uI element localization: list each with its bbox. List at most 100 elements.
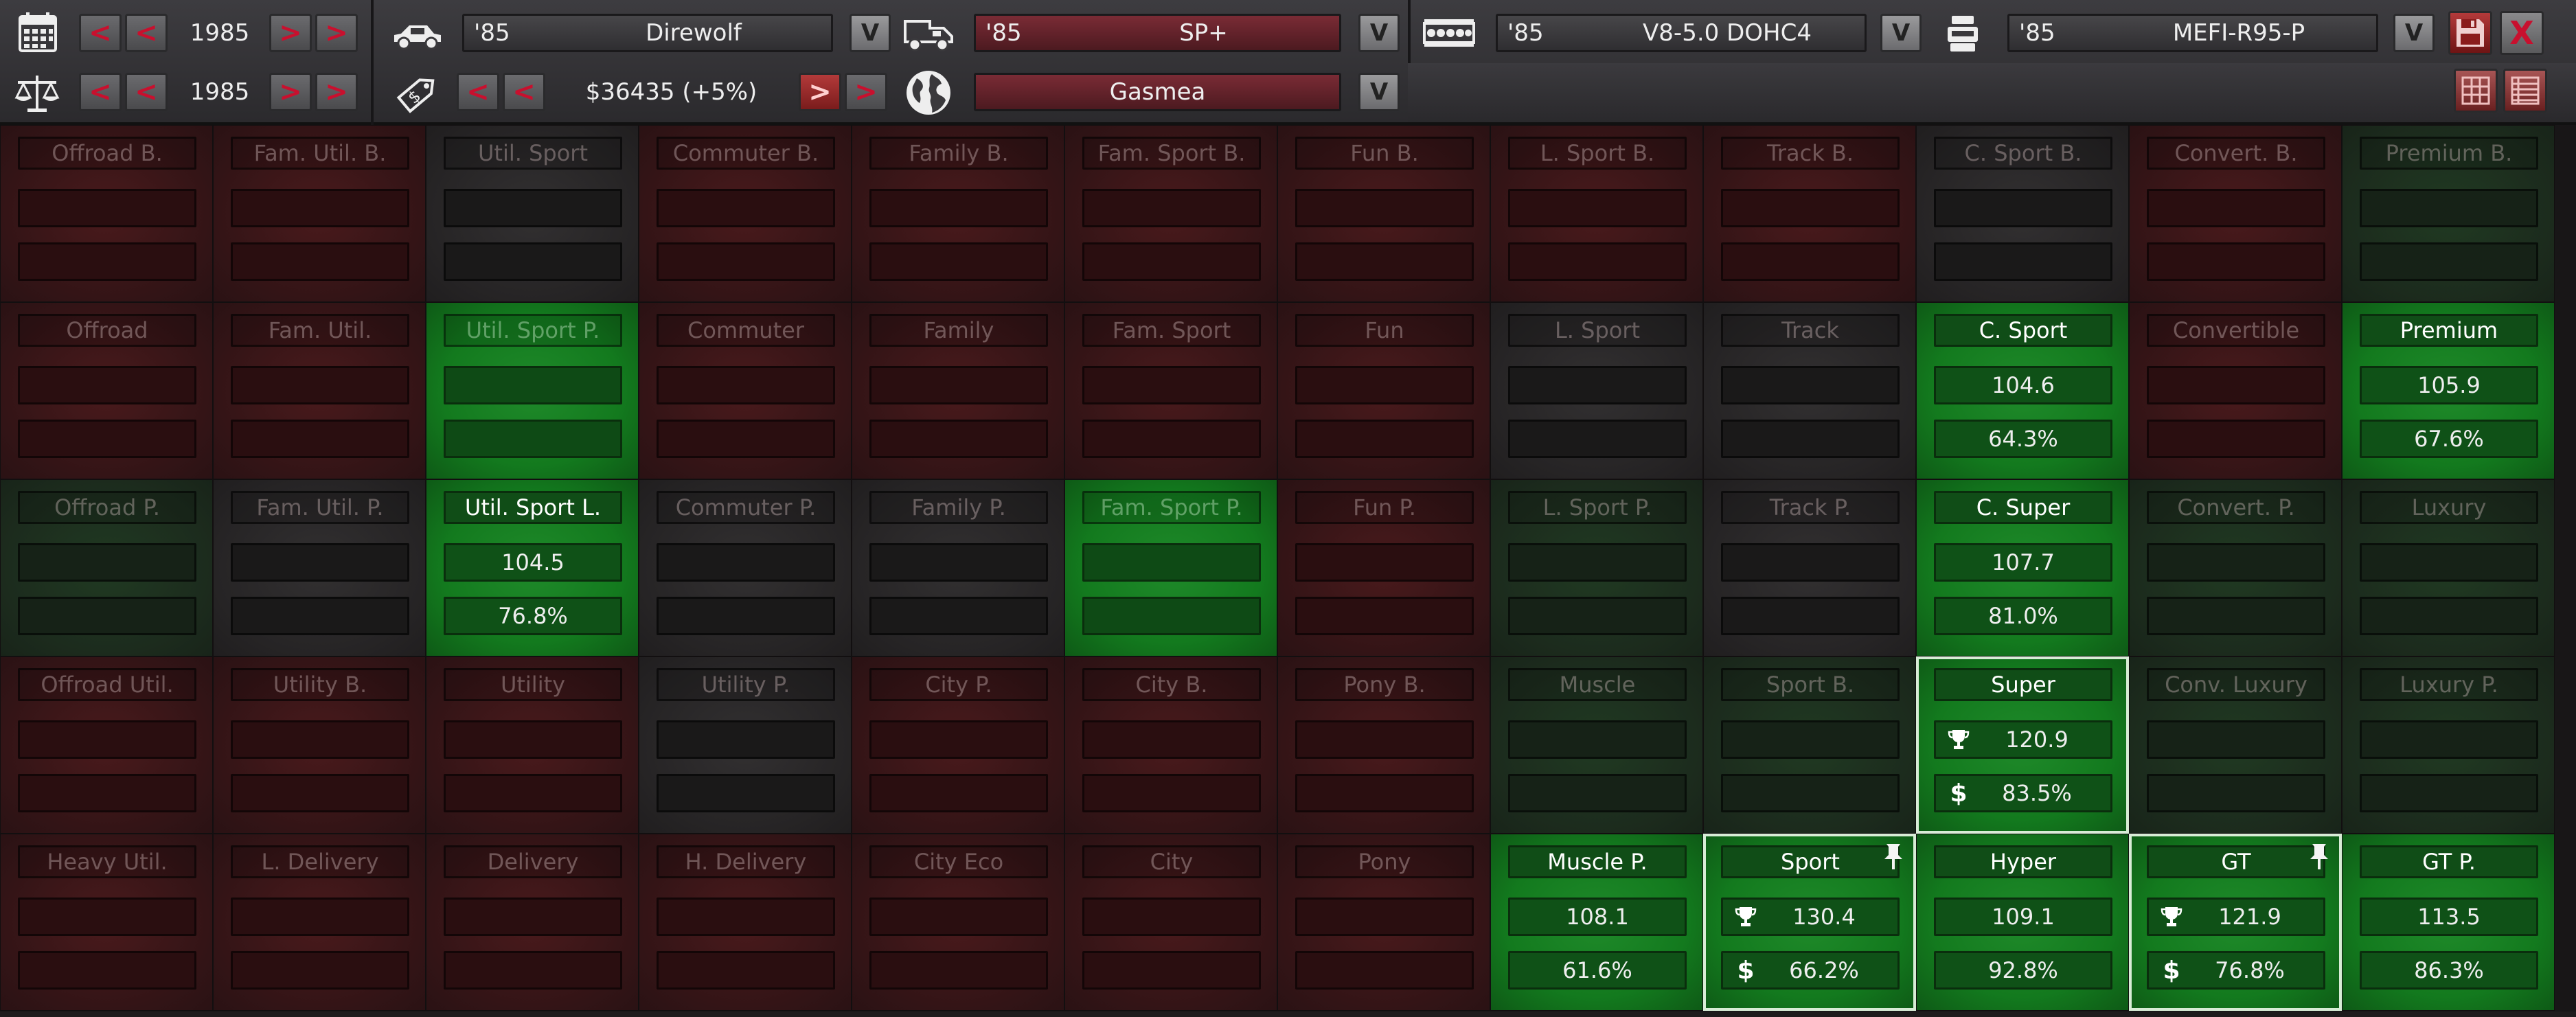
market-dropdown-button[interactable]: V <box>1358 73 1400 111</box>
price-next-fast-button[interactable]: > <box>845 73 887 111</box>
segment-percent <box>657 420 835 458</box>
segment-cell[interactable]: H. Delivery <box>639 834 852 1011</box>
fuel-system-select[interactable]: '85 MEFI-R95-P <box>2007 14 2378 52</box>
segment-percent <box>1508 774 1687 812</box>
segment-label: Commuter B. <box>657 137 835 170</box>
segment-cell[interactable]: Track <box>1703 302 1916 479</box>
trim-dropdown-button[interactable]: V <box>1358 14 1400 52</box>
trim-select[interactable]: '85 SP+ <box>974 14 1341 52</box>
segment-cell[interactable]: C. Sport B. <box>1916 125 2129 302</box>
segment-cell[interactable]: Utility <box>426 656 639 834</box>
segment-cell[interactable]: Convert. P. <box>2129 479 2342 656</box>
segment-cell[interactable]: City P. <box>852 656 1064 834</box>
segment-cell[interactable]: Commuter <box>639 302 852 479</box>
price-prev-button[interactable]: < <box>503 73 545 111</box>
segment-cell[interactable]: Conv. Luxury <box>2129 656 2342 834</box>
compare-year-prev-fast-button[interactable]: < <box>79 73 122 111</box>
engine-dropdown-button[interactable]: V <box>1880 14 1922 52</box>
segment-cell[interactable]: City <box>1064 834 1277 1011</box>
fuel-system-dropdown-button[interactable]: V <box>2393 14 2435 52</box>
segment-cell[interactable]: Heavy Util. <box>0 834 213 1011</box>
segment-cell[interactable]: Delivery <box>426 834 639 1011</box>
segment-percent <box>1295 242 1474 281</box>
segment-percent <box>231 951 409 990</box>
model-select[interactable]: '85 Direwolf <box>462 14 833 52</box>
year-next-fast-button[interactable]: > <box>315 14 358 52</box>
segment-cell[interactable]: Fam. Util. B. <box>213 125 426 302</box>
price-prev-fast-button[interactable]: < <box>457 73 499 111</box>
model-dropdown-button[interactable]: V <box>850 14 891 52</box>
grid-view-button[interactable] <box>2454 69 2498 113</box>
segment-score <box>1295 366 1474 404</box>
segment-percent: 64.3% <box>1934 420 2112 458</box>
segment-cell[interactable]: Sport B. <box>1703 656 1916 834</box>
segment-percent <box>2360 597 2538 635</box>
save-button[interactable] <box>2448 11 2492 55</box>
year-next-button[interactable]: > <box>269 14 312 52</box>
segment-cell[interactable]: Family B. <box>852 125 1064 302</box>
segment-cell[interactable]: Convertible <box>2129 302 2342 479</box>
segment-cell[interactable]: L. Sport <box>1490 302 1703 479</box>
segment-cell[interactable]: Luxury <box>2342 479 2555 656</box>
segment-cell[interactable]: Sport 130.4 $66.2% <box>1703 834 1916 1011</box>
segment-cell[interactable]: Track B. <box>1703 125 1916 302</box>
segment-cell[interactable]: Util. Sport P. <box>426 302 639 479</box>
segment-cell[interactable]: Fun <box>1277 302 1490 479</box>
segment-cell[interactable]: GT 121.9 $76.8% <box>2129 834 2342 1011</box>
pin-icon[interactable] <box>1880 841 1907 871</box>
segment-cell[interactable]: Commuter B. <box>639 125 852 302</box>
segment-cell[interactable]: Pony B. <box>1277 656 1490 834</box>
segment-cell[interactable]: Track P. <box>1703 479 1916 656</box>
segment-cell[interactable]: Utility P. <box>639 656 852 834</box>
segment-cell[interactable]: Util. Sport <box>426 125 639 302</box>
segment-cell[interactable]: L. Delivery <box>213 834 426 1011</box>
close-button[interactable]: X <box>2500 11 2544 55</box>
segment-cell[interactable]: Pony <box>1277 834 1490 1011</box>
segment-cell[interactable]: Super 120.9 $83.5% <box>1916 656 2129 834</box>
segment-cell[interactable]: Commuter P. <box>639 479 852 656</box>
segment-cell[interactable]: Muscle <box>1490 656 1703 834</box>
pin-icon[interactable] <box>2305 841 2333 871</box>
segment-cell[interactable]: Offroad <box>0 302 213 479</box>
segment-cell[interactable]: Util. Sport L. 104.5 76.8% <box>426 479 639 656</box>
segment-cell[interactable]: C. Super 107.7 81.0% <box>1916 479 2129 656</box>
compare-year-next-fast-button[interactable]: > <box>315 73 358 111</box>
segment-cell[interactable]: Utility B. <box>213 656 426 834</box>
segment-percent <box>231 420 409 458</box>
segment-cell[interactable]: Family P. <box>852 479 1064 656</box>
segment-cell[interactable]: L. Sport B. <box>1490 125 1703 302</box>
segment-cell[interactable]: Fam. Sport B. <box>1064 125 1277 302</box>
segment-cell[interactable]: Family <box>852 302 1064 479</box>
segment-cell[interactable]: L. Sport P. <box>1490 479 1703 656</box>
price-next-button[interactable]: > <box>799 73 841 111</box>
engine-select[interactable]: '85 V8-5.0 DOHC4 <box>1496 14 1867 52</box>
segment-score <box>2360 543 2538 582</box>
compare-year-next-button[interactable]: > <box>269 73 312 111</box>
year-prev-fast-button[interactable]: < <box>79 14 122 52</box>
year-prev-button[interactable]: < <box>125 14 168 52</box>
segment-cell[interactable]: City Eco <box>852 834 1064 1011</box>
segment-cell[interactable]: Fam. Util. <box>213 302 426 479</box>
segment-cell[interactable]: GT P. 113.5 86.3% <box>2342 834 2555 1011</box>
segment-cell[interactable]: Offroad P. <box>0 479 213 656</box>
segment-cell[interactable]: Premium 105.9 67.6% <box>2342 302 2555 479</box>
market-select[interactable]: Gasmea <box>974 73 1341 111</box>
segment-cell[interactable]: Hyper 109.1 92.8% <box>1916 834 2129 1011</box>
segment-cell[interactable]: Fam. Sport P. <box>1064 479 1277 656</box>
segment-cell[interactable]: Convert. B. <box>2129 125 2342 302</box>
segment-cell[interactable]: Fun B. <box>1277 125 1490 302</box>
segment-cell[interactable]: Offroad B. <box>0 125 213 302</box>
segment-cell[interactable]: Fun P. <box>1277 479 1490 656</box>
list-view-button[interactable] <box>2503 69 2547 113</box>
segment-cell[interactable]: Premium B. <box>2342 125 2555 302</box>
segment-label: Fam. Util. P. <box>231 491 409 524</box>
segment-cell[interactable]: Fam. Util. P. <box>213 479 426 656</box>
compare-year-prev-button[interactable]: < <box>125 73 168 111</box>
segment-cell[interactable]: Offroad Util. <box>0 656 213 834</box>
segment-cell[interactable]: Fam. Sport <box>1064 302 1277 479</box>
segment-cell[interactable]: C. Sport 104.6 64.3% <box>1916 302 2129 479</box>
segment-cell[interactable]: Luxury P. <box>2342 656 2555 834</box>
segment-percent: $76.8% <box>2147 951 2325 990</box>
segment-cell[interactable]: Muscle P. 108.1 61.6% <box>1490 834 1703 1011</box>
segment-cell[interactable]: City B. <box>1064 656 1277 834</box>
